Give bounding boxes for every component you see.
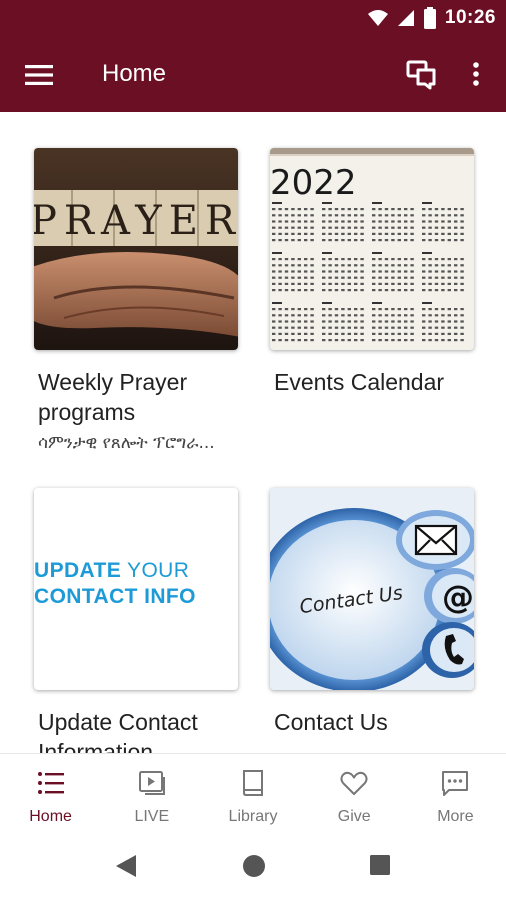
status-time: 10:26 (444, 7, 496, 28)
hamburger-menu-button[interactable] (22, 58, 56, 92)
card-events-calendar[interactable]: 2022 Events Calendar (270, 148, 474, 397)
bottom-navigation: Home LIVE Library Give More (0, 753, 506, 833)
home-circle-icon[interactable] (241, 853, 267, 879)
nav-label: LIVE (134, 808, 170, 825)
overflow-menu-button[interactable] (464, 56, 488, 92)
card-title: Weekly Prayer programs (38, 369, 188, 425)
update-text: UPDATE (34, 559, 122, 582)
status-bar: 10:26 (0, 0, 506, 36)
list-icon (37, 772, 64, 794)
recents-square-icon[interactable] (369, 854, 391, 876)
menu-icon (25, 65, 53, 85)
signal-icon (397, 10, 414, 26)
chat-button[interactable] (404, 56, 440, 92)
nav-label: More (437, 808, 474, 825)
nav-library[interactable]: Library (202, 754, 303, 833)
nav-label: Home (29, 808, 72, 825)
contact-us-image: Contact Us @ (270, 488, 474, 690)
chat-icon (406, 60, 436, 90)
calendar-year-text: 2022 (270, 163, 357, 203)
battery-icon (423, 7, 436, 29)
card-title: Update Contact Information (38, 709, 198, 753)
card-update-contact[interactable]: UPDATE YOUR CONTACT INFO Update Contact … (34, 488, 238, 753)
status-icons: 10:26 (367, 6, 496, 30)
nav-live[interactable]: LIVE (101, 754, 202, 833)
card-title: Events Calendar (274, 369, 445, 395)
wifi-icon (367, 10, 388, 26)
book-icon (243, 770, 263, 796)
update-contact-image: UPDATE YOUR CONTACT INFO (34, 488, 238, 690)
nav-give[interactable]: Give (304, 754, 405, 833)
content-grid: PRAYER Weekly Prayer programs ሳምንታዊ የጸሎት… (0, 112, 506, 753)
live-video-icon (138, 771, 165, 795)
nav-home[interactable]: Home (0, 754, 101, 833)
nav-label: Library (228, 808, 278, 825)
prayer-image: PRAYER (34, 148, 238, 350)
card-subtitle: ሳምንታዊ የጸሎት ፕሮግራ... (38, 433, 215, 453)
svg-text:@: @ (442, 578, 474, 616)
chat-dots-icon (442, 771, 469, 796)
mail-icon (396, 510, 474, 570)
contact-info-text: CONTACT INFO (34, 585, 196, 608)
app-bar: Home (0, 36, 506, 112)
more-vert-icon (473, 62, 479, 86)
back-icon[interactable] (114, 853, 138, 879)
prayer-tiles-text: PRAYER (34, 198, 238, 244)
system-navigation-bar (0, 833, 506, 900)
heart-icon (340, 771, 368, 795)
nav-label: Give (337, 808, 371, 825)
nav-more[interactable]: More (405, 754, 506, 833)
card-weekly-prayer[interactable]: PRAYER Weekly Prayer programs ሳምንታዊ የጸሎት… (34, 148, 238, 453)
your-text: YOUR (121, 559, 190, 582)
calendar-image: 2022 (270, 148, 474, 350)
card-title: Contact Us (274, 709, 388, 735)
card-contact-us[interactable]: Contact Us @ Contact Us (270, 488, 474, 737)
page-title: Home (102, 60, 167, 87)
